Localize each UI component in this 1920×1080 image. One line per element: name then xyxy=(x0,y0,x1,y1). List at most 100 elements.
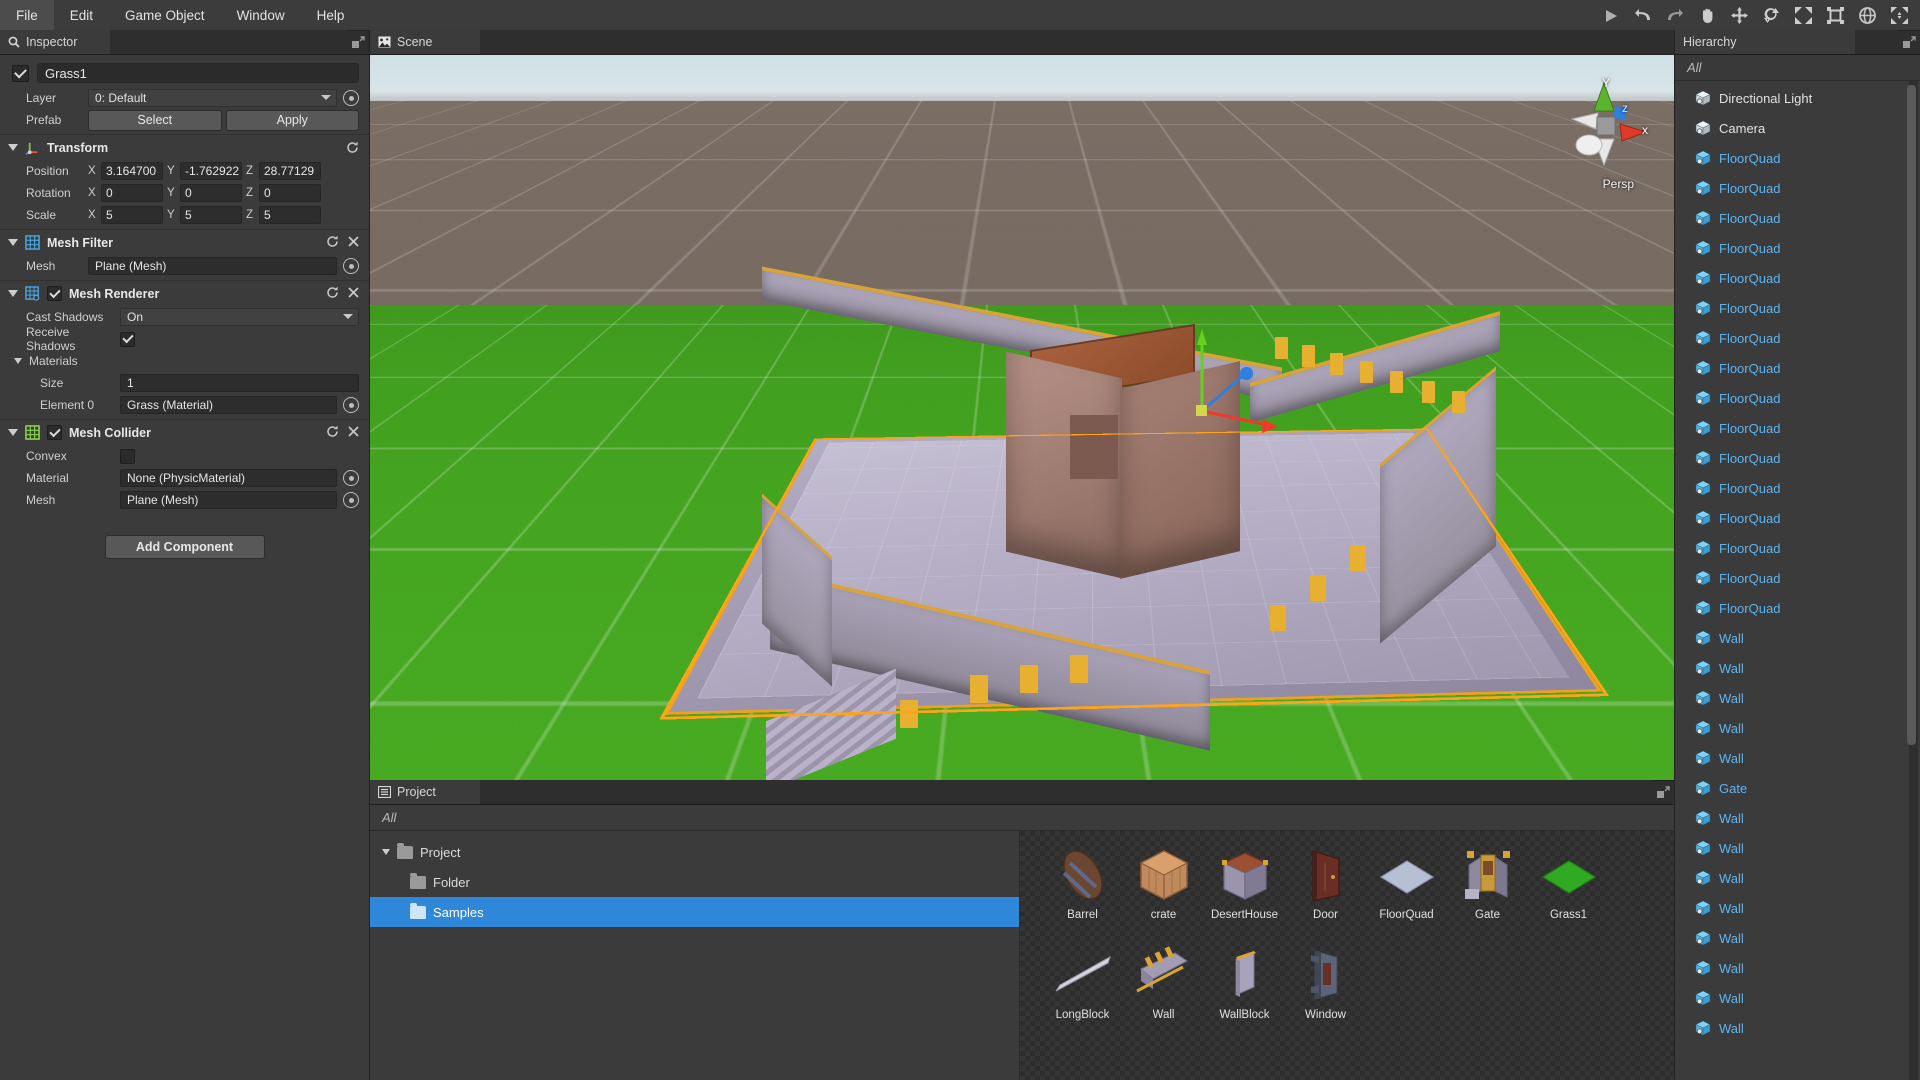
asset-gate[interactable]: Gate xyxy=(1447,839,1528,939)
materials-element0-field[interactable]: Grass (Material) xyxy=(120,396,337,414)
position-z-field[interactable]: 28.77129 xyxy=(259,162,321,180)
hierarchy-item-wall[interactable]: Wall xyxy=(1675,803,1920,833)
scale-x-field[interactable]: 5 xyxy=(101,206,163,224)
redo-icon[interactable] xyxy=(1662,4,1688,28)
scene-view-orientation-gizmo[interactable]: Y x z xyxy=(1564,76,1650,173)
project-options-icon[interactable] xyxy=(1652,780,1674,804)
cast-shadows-dropdown[interactable]: On xyxy=(120,308,359,326)
hierarchy-item-wall[interactable]: Wall xyxy=(1675,893,1920,923)
mesh-collider-collapse-triangle[interactable] xyxy=(8,429,18,436)
hierarchy-item-floorquad[interactable]: FloorQuad xyxy=(1675,383,1920,413)
hierarchy-item-wall[interactable]: Wall xyxy=(1675,713,1920,743)
hierarchy-item-floorquad[interactable]: FloorQuad xyxy=(1675,233,1920,263)
materials-row[interactable]: Materials xyxy=(0,350,369,372)
hierarchy-item-wall[interactable]: Wall xyxy=(1675,953,1920,983)
tab-hierarchy[interactable]: Hierarchy xyxy=(1675,30,1855,54)
collider-mesh-field[interactable]: Plane (Mesh) xyxy=(120,491,337,509)
mesh-filter-collapse-triangle[interactable] xyxy=(8,239,18,246)
rotate-tool-icon[interactable] xyxy=(1758,4,1784,28)
hierarchy-item-floorquad[interactable]: FloorQuad xyxy=(1675,143,1920,173)
menu-item-edit[interactable]: Edit xyxy=(54,0,109,31)
expand-icon[interactable] xyxy=(1886,4,1912,28)
hierarchy-scroll-track[interactable] xyxy=(1907,81,1918,1080)
tab-scene[interactable]: Scene xyxy=(370,30,480,54)
rotation-y-field[interactable]: 0 xyxy=(180,184,242,202)
asset-deserthouse[interactable]: DesertHouse xyxy=(1204,839,1285,939)
mesh-renderer-remove-icon[interactable] xyxy=(348,287,359,300)
scene-projection-label[interactable]: Persp xyxy=(1603,177,1634,191)
hierarchy-item-gate[interactable]: Gate xyxy=(1675,773,1920,803)
scale-z-field[interactable]: 5 xyxy=(259,206,321,224)
hierarchy-item-floorquad[interactable]: FloorQuad xyxy=(1675,533,1920,563)
menu-item-help[interactable]: Help xyxy=(301,0,361,31)
scene-viewport[interactable]: Y x z Persp xyxy=(370,55,1674,780)
hierarchy-item-floorquad[interactable]: FloorQuad xyxy=(1675,293,1920,323)
tree-row-samples[interactable]: Samples xyxy=(370,897,1019,927)
play-icon[interactable] xyxy=(1598,4,1624,28)
rect-tool-icon[interactable] xyxy=(1822,4,1848,28)
receive-shadows-checkbox[interactable] xyxy=(120,331,135,347)
hierarchy-item-wall[interactable]: Wall xyxy=(1675,683,1920,713)
collider-material-field[interactable]: None (PhysicMaterial) xyxy=(120,469,337,487)
hierarchy-item-floorquad[interactable]: FloorQuad xyxy=(1675,473,1920,503)
global-local-icon[interactable] xyxy=(1854,4,1880,28)
mesh-filter-reset-icon[interactable] xyxy=(326,235,339,250)
menu-item-window[interactable]: Window xyxy=(221,0,301,31)
mesh-renderer-header[interactable]: Mesh Renderer xyxy=(0,280,369,306)
tab-project[interactable]: Project xyxy=(370,780,480,804)
hierarchy-item-wall[interactable]: Wall xyxy=(1675,983,1920,1013)
mesh-collider-remove-icon[interactable] xyxy=(348,426,359,439)
mesh-collider-enabled-checkbox[interactable] xyxy=(47,425,62,440)
hierarchy-item-floorquad[interactable]: FloorQuad xyxy=(1675,353,1920,383)
hierarchy-filter-bar[interactable]: All xyxy=(1675,55,1920,81)
hierarchy-item-directional-light[interactable]: Directional Light xyxy=(1675,83,1920,113)
hierarchy-scroll-thumb[interactable] xyxy=(1907,85,1916,745)
asset-crate[interactable]: crate xyxy=(1123,839,1204,939)
mesh-filter-target-icon[interactable] xyxy=(343,258,359,274)
scale-tool-icon[interactable] xyxy=(1790,4,1816,28)
mesh-filter-remove-icon[interactable] xyxy=(348,236,359,249)
undo-icon[interactable] xyxy=(1630,4,1656,28)
hierarchy-item-floorquad[interactable]: FloorQuad xyxy=(1675,263,1920,293)
move-tool-icon[interactable] xyxy=(1726,4,1752,28)
materials-size-field[interactable]: 1 xyxy=(120,374,359,392)
hierarchy-item-floorquad[interactable]: FloorQuad xyxy=(1675,503,1920,533)
asset-wall[interactable]: Wall xyxy=(1123,939,1204,1039)
asset-longblock[interactable]: LongBlock xyxy=(1042,939,1123,1039)
scene-move-gizmo[interactable] xyxy=(1150,327,1278,437)
collider-mesh-target-icon[interactable] xyxy=(343,492,359,508)
hierarchy-item-floorquad[interactable]: FloorQuad xyxy=(1675,413,1920,443)
mesh-renderer-enabled-checkbox[interactable] xyxy=(47,286,62,301)
object-name-field[interactable]: Grass1 xyxy=(37,63,359,83)
hierarchy-item-wall[interactable]: Wall xyxy=(1675,863,1920,893)
hand-tool-icon[interactable] xyxy=(1694,4,1720,28)
tree-row-folder[interactable]: Folder xyxy=(370,867,1019,897)
hierarchy-item-wall[interactable]: Wall xyxy=(1675,833,1920,863)
hierarchy-item-wall[interactable]: Wall xyxy=(1675,743,1920,773)
mesh-collider-header[interactable]: Mesh Collider xyxy=(0,419,369,445)
asset-grass1[interactable]: Grass1 xyxy=(1528,839,1609,939)
prefab-select-button[interactable]: Select xyxy=(88,109,222,131)
asset-window[interactable]: Window xyxy=(1285,939,1366,1039)
hierarchy-item-floorquad[interactable]: FloorQuad xyxy=(1675,563,1920,593)
mesh-renderer-reset-icon[interactable] xyxy=(326,286,339,301)
collider-material-target-icon[interactable] xyxy=(343,470,359,486)
layer-target-icon[interactable] xyxy=(343,90,359,106)
hierarchy-item-floorquad[interactable]: FloorQuad xyxy=(1675,323,1920,353)
layer-dropdown[interactable]: 0: Default xyxy=(88,89,337,107)
transform-header[interactable]: Transform xyxy=(0,134,369,160)
position-x-field[interactable]: 3.164700 xyxy=(101,162,163,180)
hierarchy-item-floorquad[interactable]: FloorQuad xyxy=(1675,443,1920,473)
rotation-x-field[interactable]: 0 xyxy=(101,184,163,202)
hierarchy-options-icon[interactable] xyxy=(1898,30,1920,54)
asset-wallblock[interactable]: WallBlock xyxy=(1204,939,1285,1039)
hierarchy-item-floorquad[interactable]: FloorQuad xyxy=(1675,593,1920,623)
object-enabled-checkbox[interactable] xyxy=(12,64,29,82)
hierarchy-item-wall[interactable]: Wall xyxy=(1675,623,1920,653)
hierarchy-item-floorquad[interactable]: FloorQuad xyxy=(1675,173,1920,203)
tab-inspector[interactable]: Inspector xyxy=(0,30,110,54)
hierarchy-item-wall[interactable]: Wall xyxy=(1675,653,1920,683)
project-filter-bar[interactable]: All xyxy=(370,805,1674,831)
add-component-button[interactable]: Add Component xyxy=(104,535,265,559)
mesh-filter-mesh-field[interactable]: Plane (Mesh) xyxy=(88,257,337,275)
